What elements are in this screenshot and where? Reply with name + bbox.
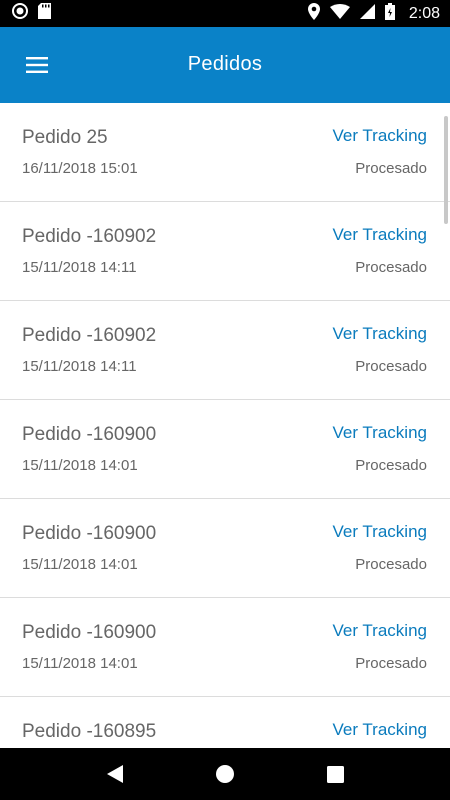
order-status: Procesado (355, 655, 427, 672)
app-notification-icon (12, 3, 28, 24)
battery-icon (384, 2, 395, 25)
location-icon (307, 2, 320, 25)
app-bar: Pedidos (0, 27, 450, 103)
order-row[interactable]: Pedido -160902 15/11/2018 14:11 Ver Trac… (0, 202, 450, 301)
wifi-icon (329, 3, 350, 24)
view-tracking-link[interactable]: Ver Tracking (333, 324, 428, 344)
recents-icon[interactable] (315, 754, 355, 794)
order-date: 15/11/2018 14:01 (22, 655, 138, 672)
page-title: Pedidos (187, 53, 263, 75)
view-tracking-link[interactable]: Ver Tracking (333, 720, 428, 740)
order-row[interactable]: Pedido -160900 15/11/2018 14:01 Ver Trac… (0, 598, 450, 697)
order-row[interactable]: Pedido -160900 15/11/2018 14:01 Ver Trac… (0, 499, 450, 598)
status-bar: 2:08 (0, 0, 450, 27)
order-status: Procesado (355, 259, 427, 276)
order-title: Pedido -160900 (22, 424, 157, 445)
order-title: Pedido -160895 (22, 721, 157, 742)
home-icon[interactable] (205, 754, 245, 794)
view-tracking-link[interactable]: Ver Tracking (333, 423, 428, 443)
order-row[interactable]: Pedido -160900 15/11/2018 14:01 Ver Trac… (0, 400, 450, 499)
status-right-icons: 2:08 (307, 2, 440, 25)
signal-icon (359, 3, 375, 24)
order-date: 15/11/2018 14:01 (22, 457, 138, 474)
orders-list[interactable]: Pedido 25 16/11/2018 15:01 Ver Tracking … (0, 103, 450, 748)
order-row[interactable]: Pedido -160895 Ver Tracking (0, 697, 450, 748)
view-tracking-link[interactable]: Ver Tracking (333, 126, 428, 146)
status-left-icons (12, 3, 51, 24)
order-date: 15/11/2018 14:11 (22, 259, 137, 276)
order-date: 15/11/2018 14:11 (22, 358, 137, 375)
navigation-bar (0, 748, 450, 800)
order-title: Pedido -160900 (22, 523, 157, 544)
order-title: Pedido -160902 (22, 325, 157, 346)
order-date: 16/11/2018 15:01 (22, 160, 138, 177)
back-icon[interactable] (95, 754, 135, 794)
order-row[interactable]: Pedido -160902 15/11/2018 14:11 Ver Trac… (0, 301, 450, 400)
order-title: Pedido 25 (22, 127, 108, 148)
order-status: Procesado (355, 358, 427, 375)
order-row[interactable]: Pedido 25 16/11/2018 15:01 Ver Tracking … (0, 103, 450, 202)
order-status: Procesado (355, 160, 427, 177)
order-title: Pedido -160902 (22, 226, 157, 247)
view-tracking-link[interactable]: Ver Tracking (333, 522, 428, 542)
scrollbar[interactable] (444, 116, 448, 224)
order-date: 15/11/2018 14:01 (22, 556, 138, 573)
order-title: Pedido -160900 (22, 622, 157, 643)
view-tracking-link[interactable]: Ver Tracking (333, 621, 428, 641)
view-tracking-link[interactable]: Ver Tracking (333, 225, 428, 245)
status-time: 2:08 (408, 4, 440, 22)
order-status: Procesado (355, 556, 427, 573)
sd-card-icon (38, 3, 51, 24)
order-status: Procesado (355, 457, 427, 474)
